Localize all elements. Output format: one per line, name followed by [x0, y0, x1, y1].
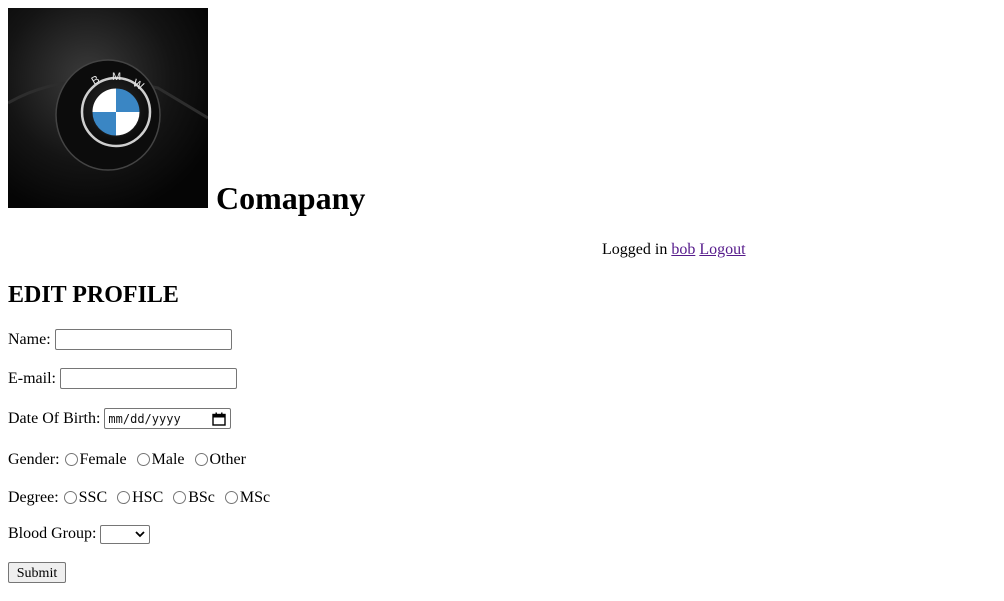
degree-bsc-radio[interactable] — [173, 490, 187, 504]
name-label: Name: — [8, 330, 51, 348]
bmw-logo-icon: B M W — [8, 8, 208, 208]
name-input[interactable] — [54, 329, 232, 350]
gender-male-radio[interactable] — [136, 452, 150, 466]
username-link[interactable]: bob — [671, 241, 695, 258]
gender-female-radio[interactable] — [64, 452, 78, 466]
gender-row: Gender: Female Male Other — [8, 450, 250, 470]
dob-label: Date Of Birth: — [8, 409, 101, 427]
degree-row: Degree: SSC HSC BSc MSc — [8, 488, 274, 508]
email-input[interactable] — [59, 368, 237, 389]
page-title: EDIT PROFILE — [8, 282, 179, 308]
degree-ssc-radio[interactable] — [63, 490, 77, 504]
logout-link[interactable]: Logout — [699, 241, 745, 258]
gender-label: Gender: — [8, 451, 60, 468]
degree-label: Degree: — [8, 489, 59, 506]
email-row: E-mail: — [8, 368, 237, 389]
gender-other-label: Other — [209, 451, 246, 468]
company-name: Comapany — [216, 180, 366, 216]
degree-msc-label: MSc — [239, 489, 271, 506]
chevron-down-icon — [135, 530, 146, 537]
gender-other-radio[interactable] — [194, 452, 208, 466]
name-row: Name: — [8, 329, 232, 350]
company-logo: B M W — [8, 8, 208, 208]
email-label: E-mail: — [8, 369, 56, 387]
dob-input[interactable]: mm/dd/yyyy — [104, 408, 232, 429]
gender-female-label: Female — [79, 451, 127, 468]
degree-msc-radio[interactable] — [224, 490, 238, 504]
login-status: Logged in bob Logout — [602, 240, 746, 260]
dob-placeholder: mm/dd/yyyy — [108, 411, 181, 426]
blood-group-row: Blood Group: — [8, 524, 151, 544]
submit-button[interactable]: Submit — [8, 562, 66, 583]
degree-bsc-label: BSc — [188, 489, 215, 506]
dob-row: Date Of Birth: mm/dd/yyyy — [8, 408, 232, 429]
svg-text:M: M — [112, 71, 121, 83]
gender-male-label: Male — [151, 451, 185, 468]
calendar-icon[interactable] — [212, 412, 227, 426]
degree-hsc-radio[interactable] — [117, 490, 131, 504]
blood-group-label: Blood Group: — [8, 525, 97, 542]
degree-hsc-label: HSC — [132, 489, 164, 506]
logged-in-label: Logged in — [602, 241, 668, 258]
blood-group-select[interactable] — [100, 524, 151, 544]
degree-ssc-label: SSC — [78, 489, 108, 506]
